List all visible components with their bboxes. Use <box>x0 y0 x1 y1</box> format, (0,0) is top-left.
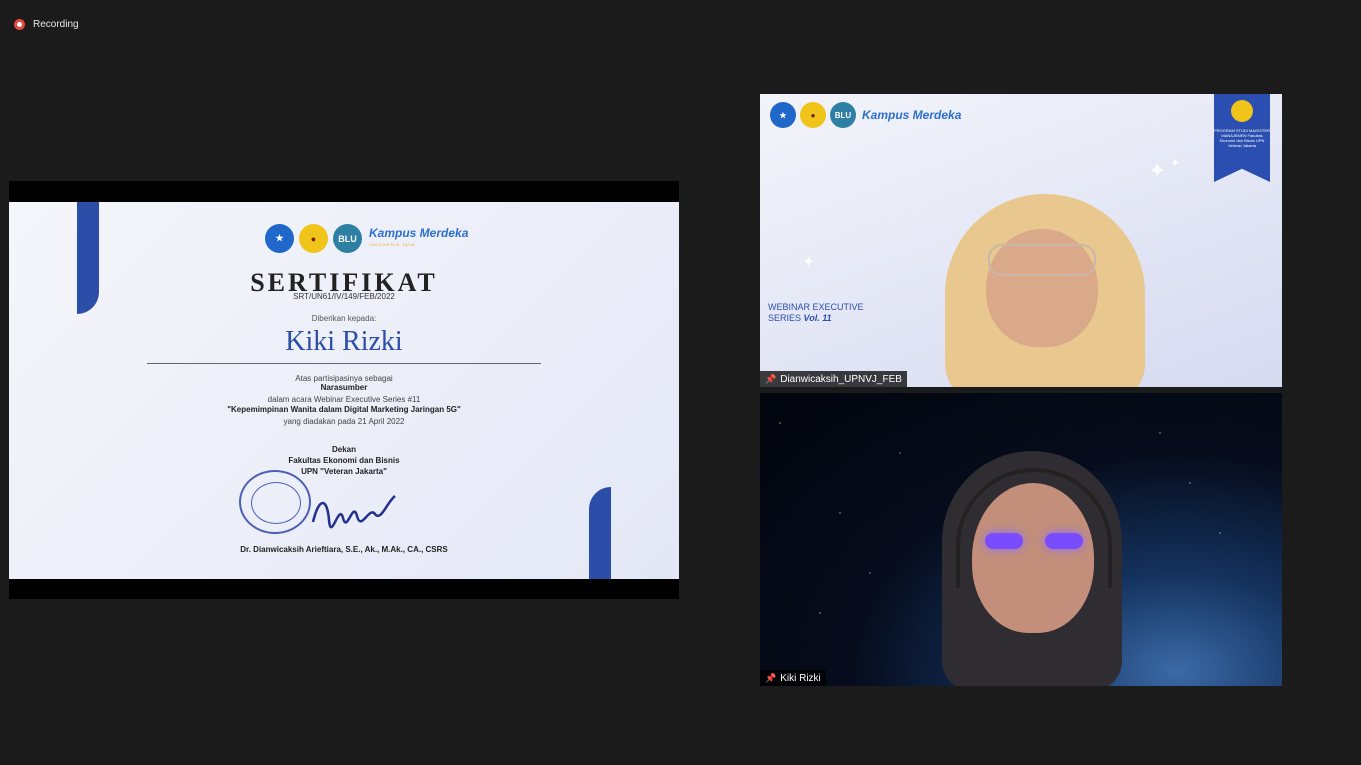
sparkle-icon: ✦ <box>802 254 816 271</box>
name-underline <box>147 363 541 364</box>
signer-name: Dr. Dianwicaksih Arieftiara, S.E., Ak., … <box>240 545 448 554</box>
glasses-reflection <box>1045 533 1083 549</box>
webinar-caption: WEBINAR EXECUTIVE SERIES Vol. 11 <box>768 302 864 323</box>
video-tile-dianwicaksih[interactable]: ★ ● BLU Kampus Merdeka PROGRAM STUDI MAG… <box>760 94 1282 387</box>
faculty-name: Fakultas Ekonomi dan Bisnis <box>288 456 400 465</box>
sparkle-icon: ✦ <box>1170 156 1181 170</box>
kampus-merdeka-logo: Kampus Merdeka INDONESIA JAYA <box>369 225 469 247</box>
kampus-merdeka-logo: Kampus Merdeka <box>862 107 962 122</box>
participation-text: Atas partisipasinya sebagai <box>295 374 393 383</box>
tut-wuri-logo-icon: ★ <box>265 224 294 253</box>
glasses-reflection <box>985 533 1023 549</box>
role-text: Narasumber <box>320 383 368 392</box>
decor-band-right <box>589 487 611 579</box>
program-banner: PROGRAM STUDI MAGISTER MANAJEMEN Fakulta… <box>1214 94 1270 182</box>
recording-indicator[interactable]: Recording <box>14 19 79 30</box>
video-tile-kiki-rizki[interactable]: 📌 Kiki Rizki <box>760 393 1282 686</box>
given-to-label: Diberikan kepada: <box>311 314 377 323</box>
record-icon <box>14 19 25 30</box>
upnvj-logo-icon: ● <box>800 102 826 128</box>
signature-image <box>311 495 396 529</box>
pin-icon: 📌 <box>765 672 777 683</box>
official-stamp <box>239 470 311 534</box>
shared-screen[interactable]: ★ ● BLU Kampus Merdeka INDONESIA JAYA SE… <box>9 181 679 599</box>
event-intro: dalam acara Webinar Executive Series #11 <box>267 395 421 404</box>
event-title: "Kepemimpinan Wanita dalam Digital Marke… <box>227 405 461 414</box>
sparkle-icon: ✦ <box>1148 158 1167 183</box>
pin-icon: 📌 <box>765 373 777 384</box>
blu-logo: BLU <box>830 102 856 128</box>
upnvj-logo-icon: ● <box>299 224 328 253</box>
university-name: UPN "Veteran Jakarta" <box>301 467 387 476</box>
certificate-logos: ★ ● BLU Kampus Merdeka INDONESIA JAYA <box>265 224 468 253</box>
participant-name-tag: 📌 Dianwicaksih_UPNVJ_FEB <box>760 371 907 387</box>
recording-label: Recording <box>33 19 79 30</box>
participant-glasses <box>988 244 1096 276</box>
signer-title: Dekan <box>331 445 356 454</box>
recipient-name: Kiki Rizki <box>285 326 403 357</box>
tut-wuri-logo-icon: ★ <box>770 102 796 128</box>
certificate: ★ ● BLU Kampus Merdeka INDONESIA JAYA SE… <box>9 202 679 579</box>
participant-name-tag: 📌 Kiki Rizki <box>760 670 826 686</box>
event-date: yang diadakan pada 21 April 2022 <box>283 417 405 426</box>
blu-logo: BLU <box>333 224 362 253</box>
certificate-number: SRT/UN61/IV/149/FEB/2022 <box>293 292 395 301</box>
background-logos: ★ ● BLU Kampus Merdeka <box>770 102 961 128</box>
upnvj-seal-icon <box>1231 100 1253 122</box>
